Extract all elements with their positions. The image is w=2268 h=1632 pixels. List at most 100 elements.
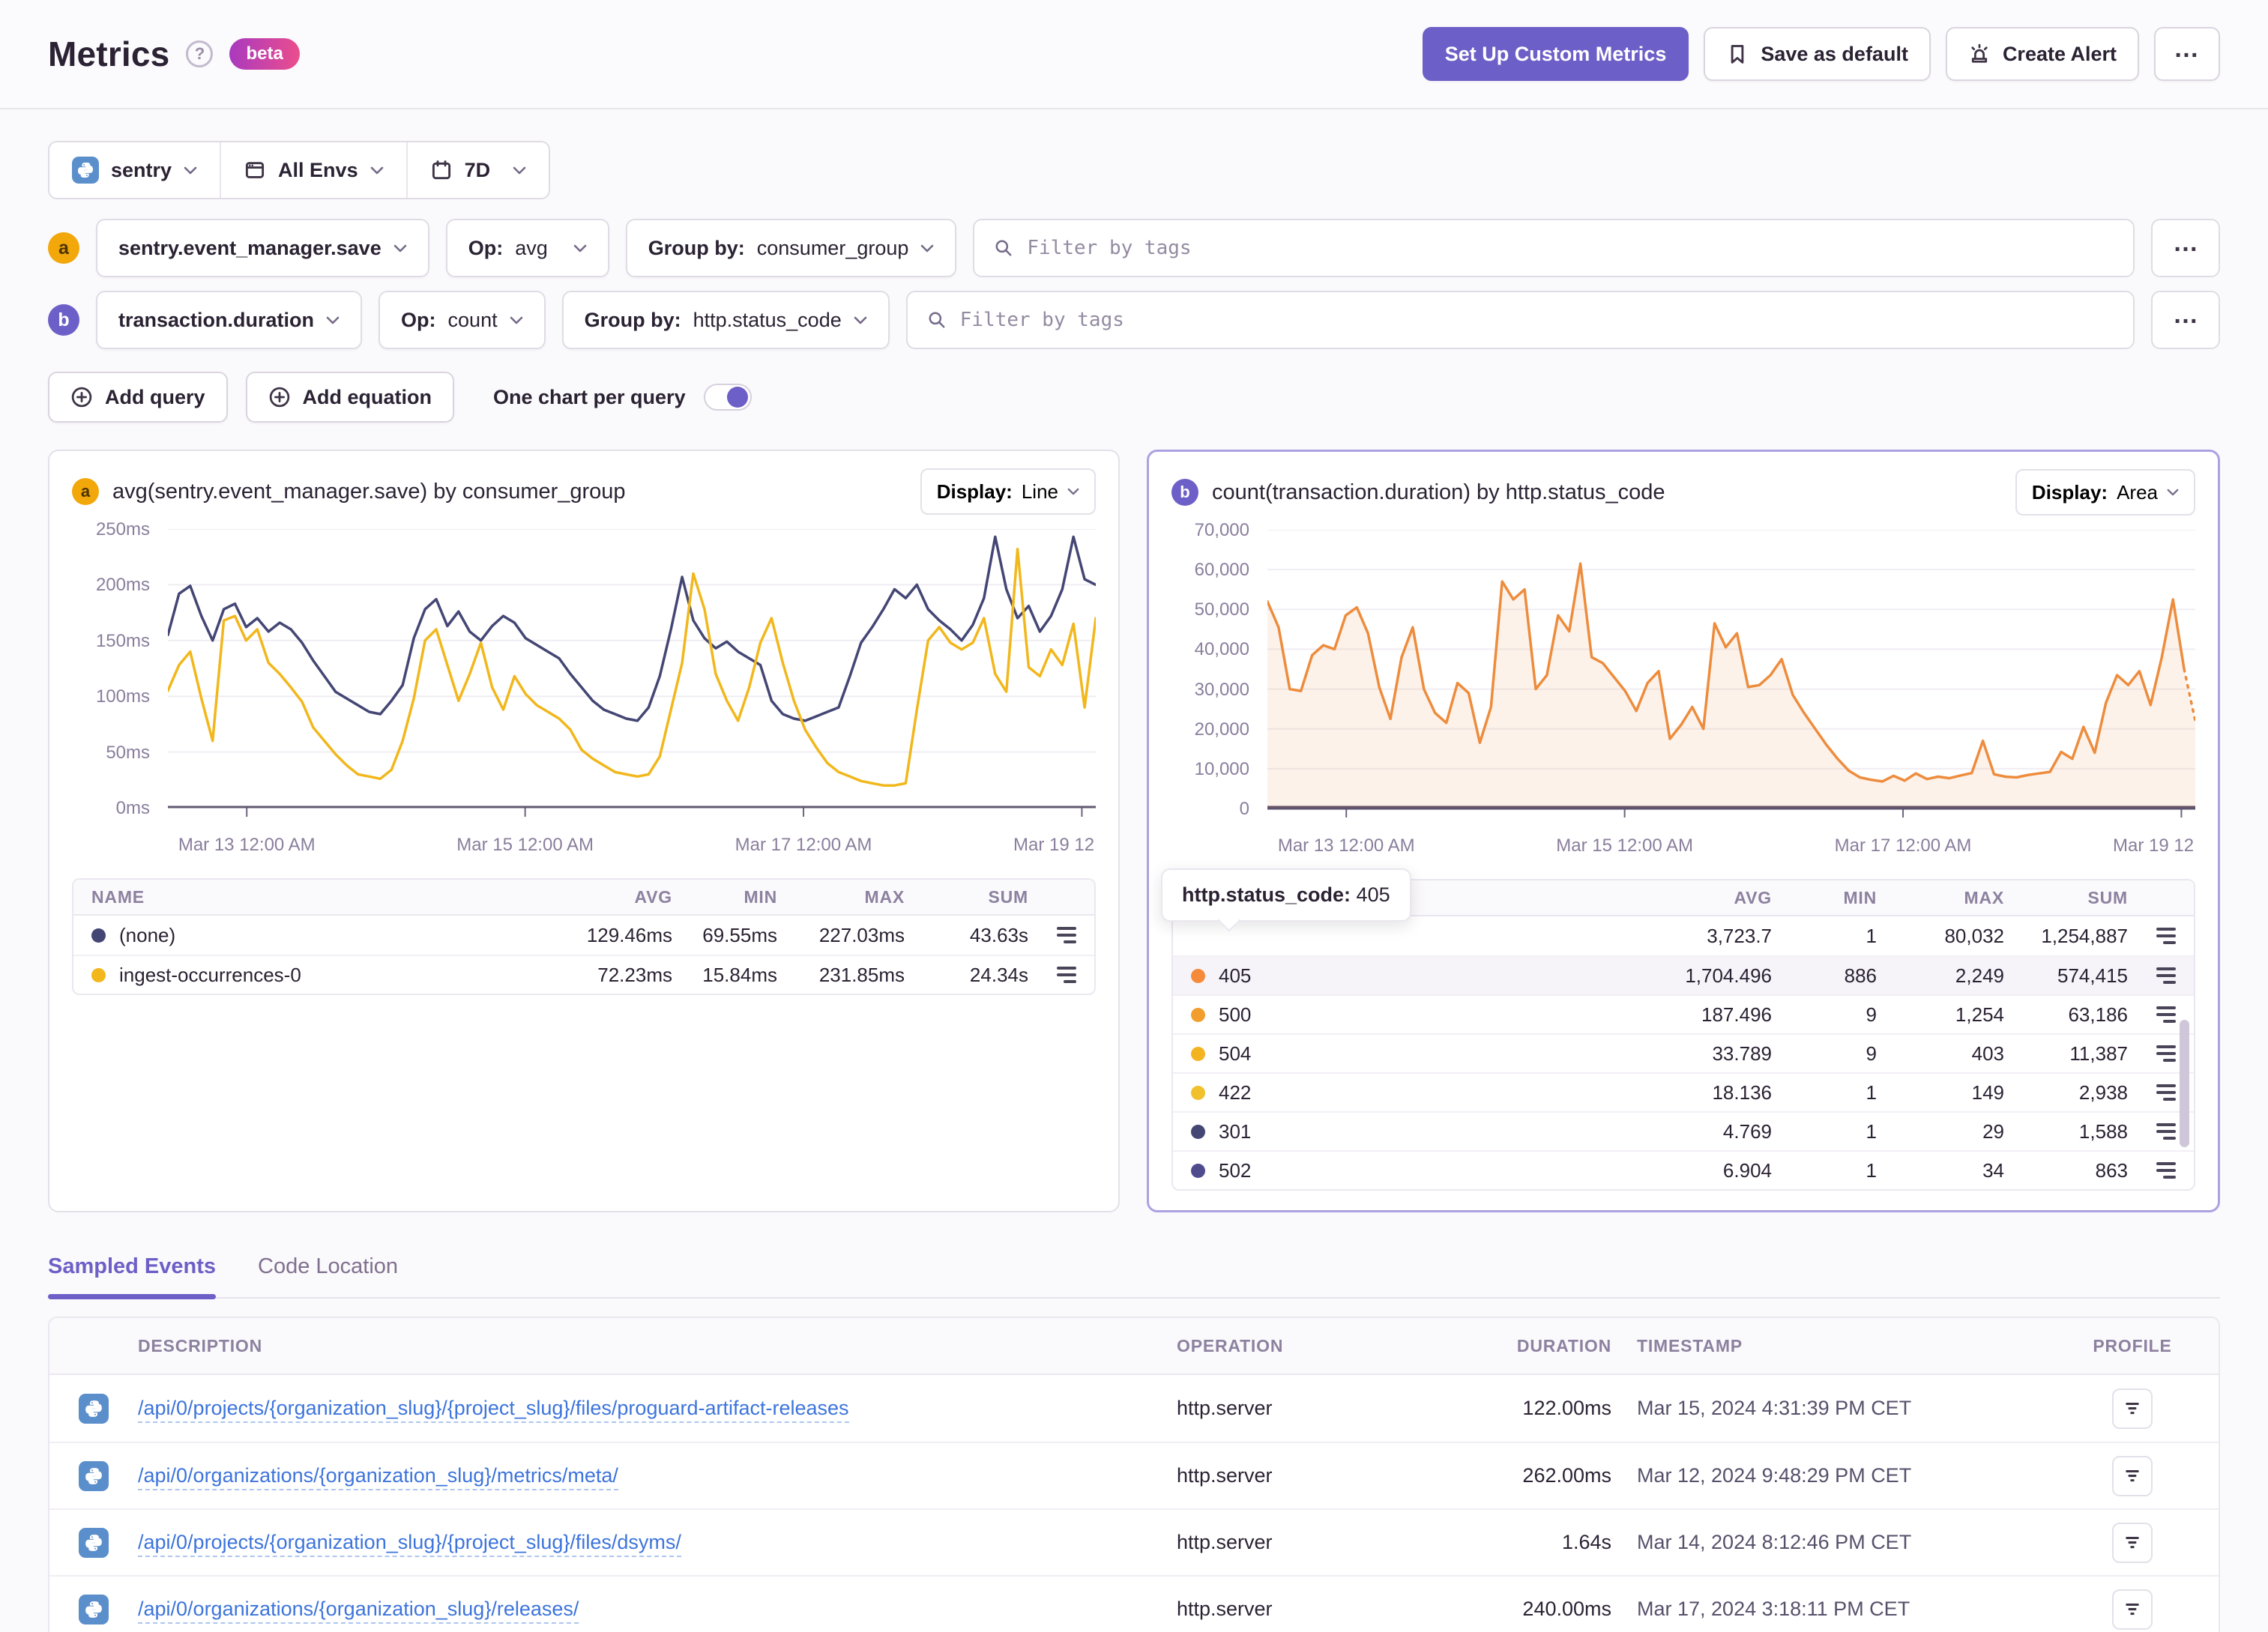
chart-panel-b[interactable]: b count(transaction.duration) by http.st… [1147,450,2220,1212]
create-alert-button[interactable]: Create Alert [1945,27,2139,81]
tag-filter-input-b[interactable] [959,309,2114,331]
op-select-b[interactable]: Op: count [378,291,546,349]
tag-filter-field-a[interactable] [973,219,2135,277]
metric-select-b[interactable]: transaction.duration [96,291,363,349]
query-letter-badge-b: b [48,304,79,336]
help-icon[interactable]: ? [186,40,214,67]
group-by-select-b[interactable]: Group by: http.status_code [561,291,890,349]
summary-table-row[interactable]: 422 18.136 1 149 2,938 [1173,1072,2194,1111]
event-operation: http.server [1177,1531,1273,1553]
row-options-icon[interactable] [2153,1084,2176,1101]
display-select-a[interactable]: Display: Line [920,468,1096,515]
tab-code-location[interactable]: Code Location [258,1254,398,1297]
row-options-icon[interactable] [2153,967,2176,984]
query-more-button-a[interactable]: … [2151,219,2220,277]
stat-min: 886 [1844,964,1877,987]
add-equation-button[interactable]: Add equation [245,372,454,423]
metric-select-a[interactable]: sentry.event_manager.save [96,219,429,277]
project-filter[interactable]: sentry [49,142,220,198]
row-options-icon[interactable] [1054,927,1076,943]
row-options-icon[interactable] [1054,967,1076,983]
row-options-icon[interactable] [2153,1006,2176,1023]
column-header: MIN [744,886,777,907]
event-description-link[interactable]: /api/0/organizations/{organization_slug}… [138,1598,579,1624]
series-color-dot [1191,1163,1205,1178]
search-icon [927,310,947,330]
series-name: 405 [1219,964,1252,987]
more-actions-button[interactable]: … [2154,27,2220,81]
chevron-down-icon [510,316,523,324]
summary-table-row[interactable]: 3,723.7 1 80,032 1,254,887 [1173,916,2194,955]
x-axis-label: Mar 17 12:00 AM [1834,835,1972,856]
page-title: Metrics [48,34,170,73]
python-icon [79,1594,109,1625]
column-header: AVG [634,886,672,907]
summary-table-row[interactable]: 301 4.769 1 29 1,588 [1173,1111,2194,1150]
display-select-b[interactable]: Display: Area [2015,469,2195,516]
profile-button[interactable] [2112,1522,2153,1563]
table-scrollbar-thumb[interactable] [2180,1020,2189,1147]
chevron-down-icon [326,316,340,324]
row-options-icon[interactable] [2153,1045,2176,1062]
group-by-select-a[interactable]: Group by: consumer_group [625,219,957,277]
setup-custom-metrics-button[interactable]: Set Up Custom Metrics [1422,27,1689,81]
profile-button[interactable] [2112,1589,2153,1630]
row-options-icon[interactable] [2153,1123,2176,1140]
query-row-b: b transaction.duration Op: count Group by… [48,291,2220,349]
chart-panel-a[interactable]: a avg(sentry.event_manager.save) by cons… [48,450,1120,1212]
summary-table-row[interactable]: 504 33.789 9 403 11,387 [1173,1033,2194,1072]
row-options-icon[interactable] [2153,928,2176,944]
stat-min: 1 [1866,1158,1877,1182]
stat-sum: 63,186 [2068,1003,2128,1026]
python-project-icon [72,157,99,184]
tag-filter-field-b[interactable] [905,291,2135,349]
plus-circle-icon [70,386,93,408]
query-more-button-b[interactable]: … [2151,291,2220,349]
stat-min: 69.55ms [702,923,777,946]
summary-table-row[interactable]: (none) 129.46ms 69.55ms 227.03ms 43.63s [73,916,1094,955]
stat-max: 403 [1971,1042,2004,1065]
one-chart-per-query-toggle[interactable] [703,384,752,411]
chart-letter-badge-b: b [1171,479,1198,506]
stat-max: 1,254 [1955,1003,2004,1026]
date-range-filter[interactable]: 7D [405,142,549,198]
tab-sampled-events[interactable]: Sampled Events [48,1254,217,1299]
add-query-button[interactable]: Add query [48,372,228,423]
top-bar: Metrics ? beta Set Up Custom Metrics Sav… [0,0,2268,109]
summary-table-row[interactable]: ingest-occurrences-0 72.23ms 15.84ms 231.85… [73,955,1094,994]
stat-avg: 129.46ms [586,923,672,946]
tag-filter-input-a[interactable] [1027,237,2114,259]
summary-table-row[interactable]: 500 187.496 9 1,254 63,186 [1173,994,2194,1033]
area-chart-b[interactable]: 0 10,000 20,000 30,000 40,000 50,000 60,000 70,… [1171,520,2195,865]
chevron-down-icon [854,316,867,324]
line-chart-a[interactable]: 0ms 50ms 100ms 150ms 200ms 250ms Mar 13 12:00… [72,519,1096,865]
x-axis-label: Mar 19 12:00 AM [2113,835,2195,856]
op-select-a[interactable]: Op: avg [445,219,609,277]
event-row: /api/0/projects/{organization_slug}/{pro… [49,1375,2219,1442]
y-axis-label: 40,000 [1194,639,1249,660]
event-description-link[interactable]: /api/0/organizations/{organization_slug}… [138,1464,618,1490]
event-duration: 262.00ms [1522,1464,1611,1487]
stat-sum: 43.63s [969,923,1028,946]
event-description-link[interactable]: /api/0/projects/{organization_slug}/{pro… [138,1531,681,1557]
profile-button[interactable] [2112,1388,2153,1429]
chart-letter-badge-a: a [72,478,99,505]
series-color-dot [1191,1046,1205,1061]
profile-button[interactable] [2112,1455,2153,1496]
summary-table-row[interactable]: 405 1,704.496 886 2,249 574,415 [1173,955,2194,994]
query-row-a: a sentry.event_manager.save Op: avg Group… [48,219,2220,277]
y-axis-label: 60,000 [1194,560,1249,581]
event-operation: http.server [1177,1397,1273,1419]
x-axis-label: Mar 15 12:00 AM [1556,835,1694,856]
python-icon [79,1393,109,1424]
series-color-dot [1191,1085,1205,1100]
environment-filter[interactable]: All Envs [220,142,406,198]
profile-icon [2123,1533,2142,1553]
event-duration: 122.00ms [1522,1397,1611,1419]
event-description-link[interactable]: /api/0/projects/{organization_slug}/{pro… [138,1397,849,1423]
x-axis-label: Mar 13 12:00 AM [1277,835,1415,856]
row-options-icon[interactable] [2153,1162,2176,1179]
summary-table-row[interactable]: 502 6.904 1 34 863 [1173,1150,2194,1189]
column-header: MIN [1843,887,1877,907]
save-as-default-button[interactable]: Save as default [1704,27,1931,81]
